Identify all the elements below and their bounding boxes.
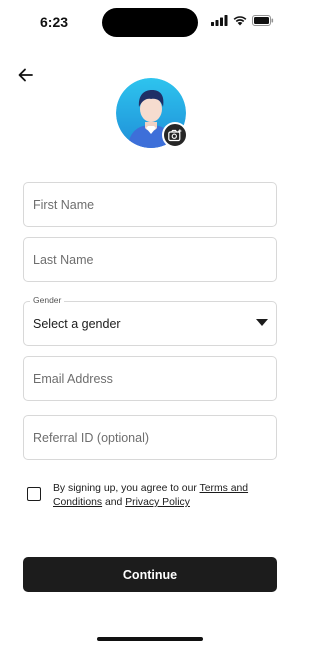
email-field[interactable] bbox=[23, 356, 277, 401]
privacy-link[interactable]: Privacy Policy bbox=[125, 497, 190, 508]
terms-checkbox[interactable] bbox=[27, 487, 41, 501]
email-input[interactable] bbox=[24, 357, 276, 400]
first-name-field[interactable] bbox=[23, 182, 277, 227]
wifi-icon bbox=[233, 16, 247, 26]
status-time: 6:23 bbox=[40, 14, 69, 30]
dynamic-island bbox=[102, 8, 198, 37]
back-button[interactable] bbox=[16, 65, 36, 85]
referral-field[interactable] bbox=[23, 415, 277, 460]
camera-add-icon bbox=[168, 128, 182, 141]
back-arrow-icon bbox=[18, 68, 33, 82]
battery-icon bbox=[252, 15, 274, 26]
last-name-input[interactable] bbox=[24, 238, 276, 281]
status-icons bbox=[211, 15, 274, 26]
gender-value: Select a gender bbox=[33, 317, 121, 331]
terms-text: By signing up, you agree to our Terms an… bbox=[53, 482, 273, 510]
profile-photo-picker[interactable] bbox=[116, 78, 188, 148]
home-indicator bbox=[97, 637, 203, 641]
continue-button[interactable]: Continue bbox=[23, 557, 277, 592]
last-name-field[interactable] bbox=[23, 237, 277, 282]
add-photo-button[interactable] bbox=[162, 122, 188, 148]
gender-label: Gender bbox=[30, 295, 65, 305]
status-bar: 6:23 bbox=[0, 0, 300, 44]
caret-down-icon bbox=[256, 319, 268, 326]
gender-select[interactable]: Gender Select a gender bbox=[23, 295, 277, 346]
first-name-input[interactable] bbox=[24, 183, 276, 226]
terms-conjunction: and bbox=[102, 497, 126, 508]
referral-input[interactable] bbox=[24, 416, 276, 459]
terms-prefix: By signing up, you agree to our bbox=[53, 483, 200, 494]
signal-icon bbox=[211, 15, 228, 26]
